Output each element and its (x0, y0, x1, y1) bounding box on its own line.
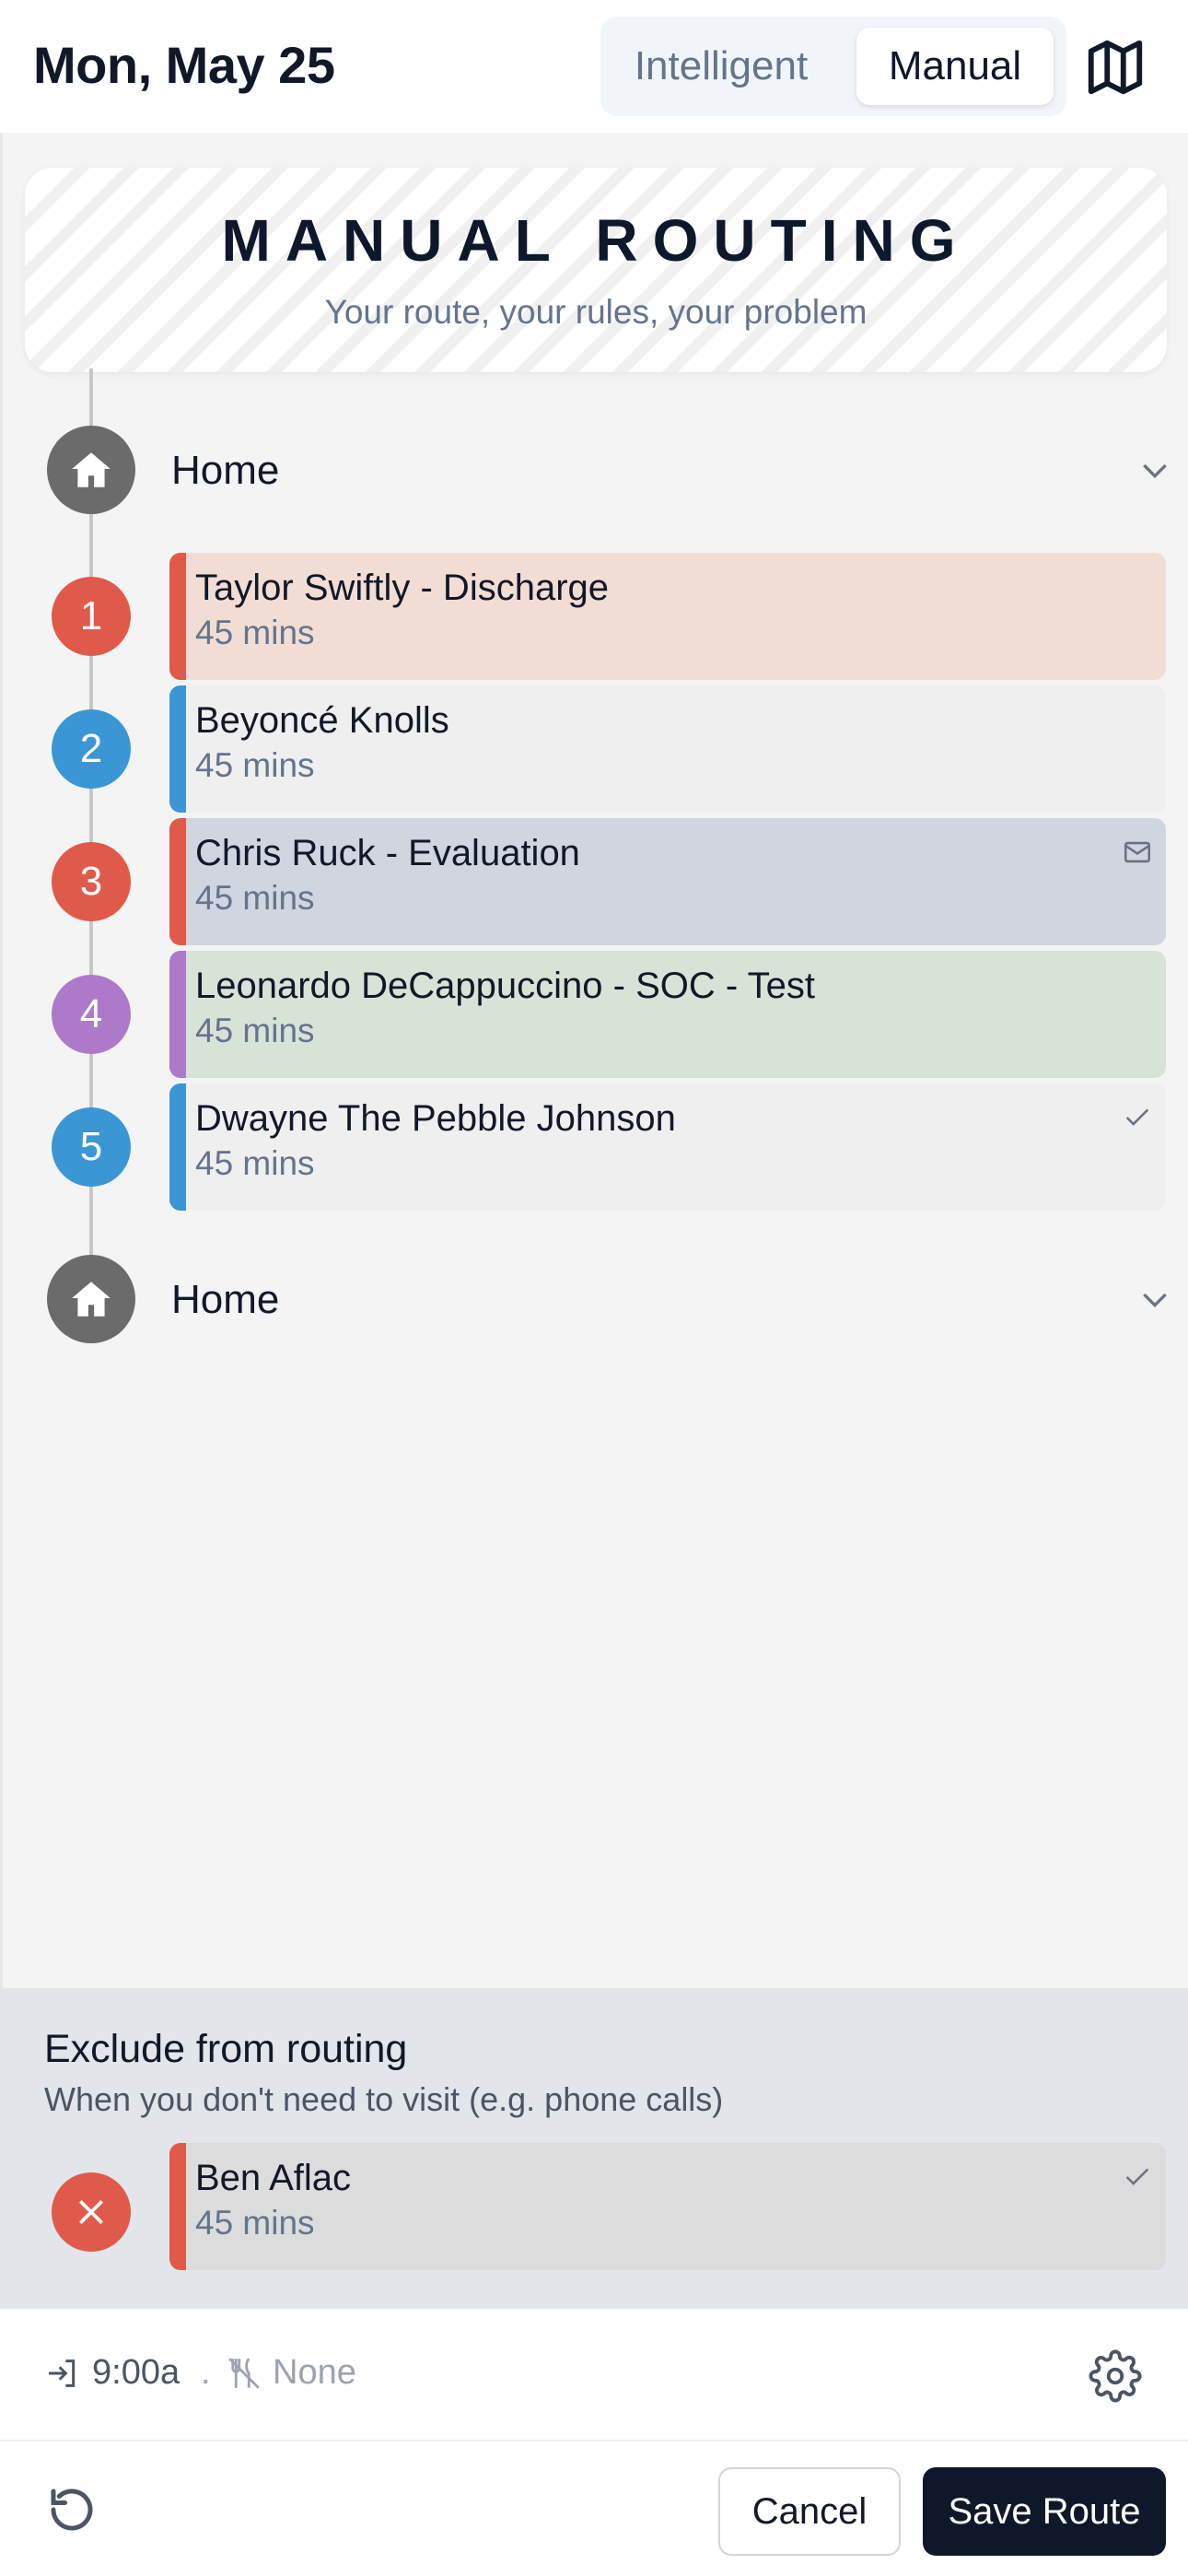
exclude-subtitle: When you don't need to visit (e.g. phone… (44, 2080, 724, 2118)
excluded-visit-card[interactable]: Ben Aflac 45 mins (169, 2143, 1166, 2270)
visit-name: Ben Aflac (195, 2158, 352, 2198)
exclude-title: Exclude from routing (44, 2027, 408, 2071)
visit-duration: 45 mins (195, 746, 315, 784)
card-accent-bar (169, 951, 186, 1078)
sign-in-icon (49, 2359, 76, 2387)
route-end-label[interactable]: Home (171, 1277, 279, 1323)
save-route-button[interactable]: Save Route (923, 2467, 1166, 2556)
gear-icon[interactable] (1089, 2349, 1142, 2403)
visit-card[interactable]: Dwayne The Pebble Johnson 45 mins (169, 1083, 1166, 1211)
home-icon (47, 1255, 135, 1343)
banner-subtitle: Your route, your rules, your problem (324, 293, 868, 331)
visit-duration: 45 mins (195, 614, 315, 651)
lunch-break[interactable]: None (225, 2353, 356, 2393)
visit-name: Chris Ruck - Evaluation (195, 833, 580, 873)
visit-duration: 45 mins (195, 2204, 315, 2242)
stop-number-badge: 3 (52, 842, 131, 921)
visit-card[interactable]: Chris Ruck - Evaluation 45 mins (169, 818, 1166, 945)
mode-banner: MANUAL ROUTING Your route, your rules, y… (25, 168, 1167, 372)
check-icon (1125, 1108, 1149, 1126)
map-icon[interactable] (1083, 35, 1147, 100)
route-start-label[interactable]: Home (171, 448, 279, 494)
stop-number-badge: 4 (52, 975, 131, 1054)
header: Mon, May 25 Intelligent Manual (0, 0, 1188, 133)
action-bar: Cancel Save Route (0, 2441, 1188, 2576)
undo-icon[interactable] (44, 2482, 99, 2537)
visit-duration: 45 mins (195, 879, 315, 917)
mode-manual-tab[interactable]: Manual (856, 28, 1054, 105)
card-accent-bar (169, 2143, 186, 2270)
mail-icon (1124, 841, 1151, 863)
visit-name: Beyoncé Knolls (195, 700, 449, 741)
banner-title: MANUAL ROUTING (221, 207, 971, 274)
visit-name: Leonardo DeCappuccino - SOC - Test (195, 966, 815, 1006)
stop-number-badge: 5 (52, 1107, 131, 1187)
routing-mode-toggle: Intelligent Manual (600, 17, 1066, 116)
info-separator: . (201, 2353, 211, 2392)
card-accent-bar (169, 818, 186, 945)
visit-name: Taylor Swiftly - Discharge (195, 568, 610, 608)
card-accent-bar (169, 685, 186, 813)
visit-card[interactable]: Beyoncé Knolls 45 mins (169, 685, 1166, 813)
mode-intelligent-tab[interactable]: Intelligent (613, 28, 829, 105)
visit-card[interactable]: Leonardo DeCappuccino - SOC - Test 45 min… (169, 951, 1166, 1078)
stop-number-badge: 2 (52, 709, 131, 789)
chevron-down-icon[interactable] (1136, 1281, 1173, 1317)
start-time-value: 9:00a (92, 2353, 181, 2392)
visit-duration: 45 mins (195, 1012, 315, 1049)
card-accent-bar (169, 553, 186, 680)
lunch-value: None (273, 2353, 356, 2392)
cancel-button[interactable]: Cancel (718, 2467, 901, 2556)
no-meal-icon (228, 2357, 260, 2389)
exclude-section: Exclude from routing When you don't need… (0, 1988, 1188, 2309)
close-icon[interactable] (52, 2172, 131, 2252)
route-info-row: 9:00a . None (0, 2309, 1188, 2441)
visit-duration: 45 mins (195, 1144, 315, 1182)
card-accent-bar (169, 1083, 186, 1211)
start-time[interactable]: 9:00a (44, 2353, 180, 2393)
home-icon (47, 426, 135, 514)
chevron-down-icon[interactable] (1136, 451, 1173, 488)
check-icon (1125, 2168, 1149, 2185)
stop-number-badge: 1 (52, 577, 131, 656)
visit-name: Dwayne The Pebble Johnson (195, 1098, 676, 1139)
page-title: Mon, May 25 (33, 36, 335, 94)
visit-card[interactable]: Taylor Swiftly - Discharge 45 mins (169, 553, 1166, 680)
